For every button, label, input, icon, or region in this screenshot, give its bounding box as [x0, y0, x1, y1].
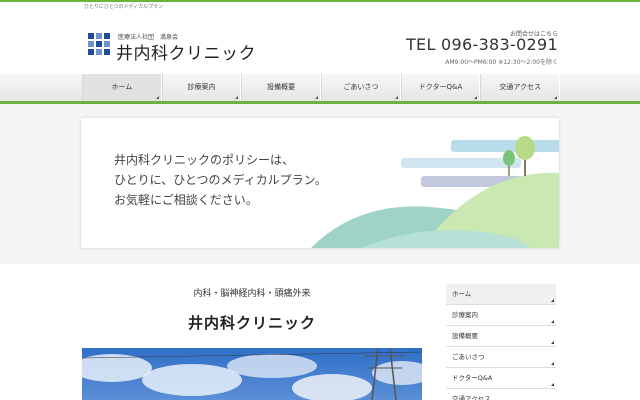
page-title: 井内科クリニック [187, 314, 316, 332]
nav-item-greeting[interactable]: ごあいさつ [321, 74, 401, 101]
top-bar: ひとりにひとつのメディカルプラン [0, 0, 640, 12]
clinic-name-logo[interactable]: 井内科クリニック [116, 39, 256, 64]
sidebar-item-services[interactable]: 診療案内 [446, 305, 556, 326]
nav-item-facilities[interactable]: 設備概要 [241, 74, 322, 101]
main-content: 内科・脳神経内科・頭痛外来 井内科クリニック ホーム 診療案内 設備概要 ごあい… [0, 264, 640, 400]
hero-banner: 井内科クリニックのポリシーは、 ひとりに、ひとつのメディカルプラン。 お気軽にご… [81, 118, 559, 248]
clinic-logo-icon[interactable] [88, 33, 110, 55]
sidebar-menu: ホーム 診療案内 設備概要 ごあいさつ ドクターQ&A 交通アクセス [446, 284, 556, 400]
hero-line-1: 井内科クリニックのポリシーは、 [114, 153, 295, 167]
cloud-stripe-2 [401, 158, 521, 168]
nav-item-access[interactable]: 交通アクセス [480, 74, 561, 101]
nav-item-home[interactable]: ホーム [82, 74, 162, 101]
tree-large [515, 136, 535, 160]
nav-item-doctor-qa[interactable]: ドクターQ&A [400, 74, 481, 101]
hero-line-3: お気軽にご相談ください。 [114, 193, 258, 207]
site-header: 医療法人社団 満泉会 井内科クリニック お問合せはこちら TEL 096-383… [0, 12, 640, 74]
global-nav: ホーム 診療案内 設備概要 ごあいさつ ドクターQ&A 交通アクセス [0, 74, 640, 104]
tree-small [503, 150, 515, 166]
sky-photo [82, 348, 422, 400]
sidebar-item-home[interactable]: ホーム [446, 284, 556, 305]
hero-illustration [311, 136, 559, 248]
sidebar-item-greeting[interactable]: ごあいさつ [446, 347, 556, 368]
business-hours: AM9:00〜PM6:00 ※12:30〜2:00を除く [445, 59, 558, 66]
tagline: ひとりにひとつのメディカルプラン [84, 4, 164, 10]
sidebar-item-facilities[interactable]: 設備概要 [446, 326, 556, 347]
hero-line-2: ひとりに、ひとつのメディカルプラン。 [114, 173, 327, 187]
sidebar-item-access[interactable]: 交通アクセス [446, 389, 556, 400]
cloud-stripe-1 [451, 140, 559, 152]
nav-item-services[interactable]: 診療案内 [161, 74, 242, 101]
specialty-list: 内科・脳神経内科・頭痛外来 [193, 289, 311, 299]
hero-message: 井内科クリニックのポリシーは、 ひとりに、ひとつのメディカルプラン。 お気軽にご… [114, 150, 327, 210]
phone-number[interactable]: TEL 096-383-0291 [406, 35, 558, 54]
sidebar-item-doctor-qa[interactable]: ドクターQ&A [446, 368, 556, 389]
